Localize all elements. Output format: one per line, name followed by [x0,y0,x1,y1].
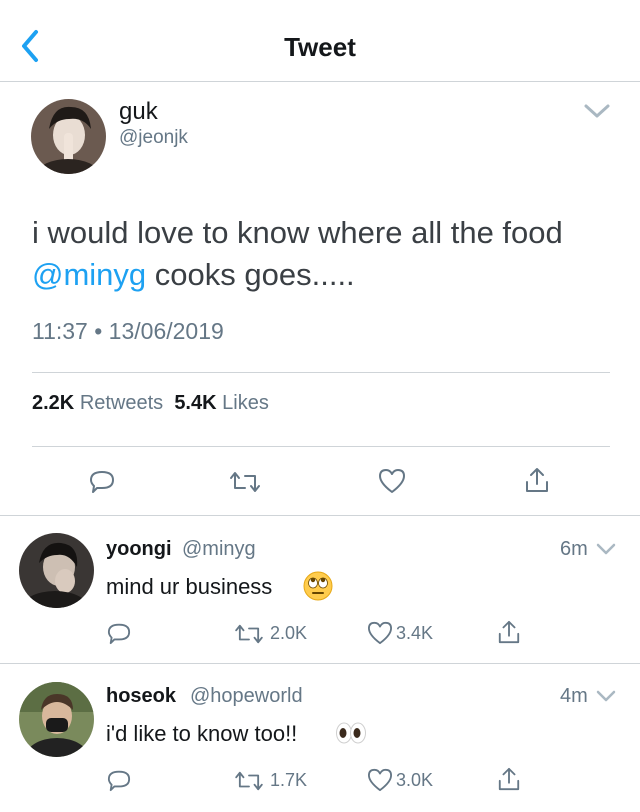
reply-author-handle[interactable]: @hopeworld [190,685,303,708]
rolling-eyes-emoji [303,571,333,601]
reply-author-name[interactable]: hoseok [106,685,176,708]
avatar[interactable] [19,682,94,757]
retweet-count: 2.0K [270,623,308,643]
tweet-timestamp: 11:37 • 13/06/2019 [32,318,224,344]
eyes-emoji [336,722,366,744]
retweet-icon[interactable] [234,770,264,792]
engagement-stats: 2.2K Retweets 5.4K Likes [32,392,269,415]
share-icon[interactable] [497,765,521,793]
retweets-stat[interactable]: 2.2K Retweets [32,392,163,414]
like-icon[interactable] [378,468,406,494]
reply-icon[interactable] [107,621,131,645]
top-nav-bar: Tweet [0,0,640,82]
avatar[interactable] [31,99,106,174]
share-icon[interactable] [497,618,521,646]
reply-time: 6m [560,538,588,560]
reply-author-handle[interactable]: @minyg [182,538,256,561]
like-icon[interactable] [367,768,393,792]
reply-icon[interactable] [107,768,131,792]
author-handle[interactable]: @jeonjk [119,127,188,149]
divider [32,372,610,373]
reply-text: mind ur business [106,574,273,599]
section-divider [0,515,640,516]
author-name[interactable]: guk [119,98,158,126]
likes-stat[interactable]: 5.4K Likes [174,392,269,414]
tweet-text: i would love to know where all the food … [32,215,563,292]
like-count: 3.0K [396,770,434,790]
retweet-icon[interactable] [234,623,264,645]
page-title: Tweet [284,32,356,62]
reply-author-name[interactable]: yoongi [106,538,172,561]
reply-icon[interactable] [89,468,115,494]
reply-text: i'd like to know too!! [106,721,298,746]
retweet-icon[interactable] [229,470,261,494]
chevron-down-icon[interactable] [596,542,616,556]
share-icon[interactable] [524,466,550,494]
reply-time: 4m [560,685,588,707]
chevron-down-icon[interactable] [596,689,616,703]
retweet-count: 1.7K [270,770,308,790]
like-icon[interactable] [367,621,393,645]
section-divider [0,663,640,664]
like-count: 3.4K [396,623,434,643]
chevron-down-icon[interactable] [583,102,611,120]
mention-link[interactable]: @minyg [32,257,146,292]
avatar[interactable] [19,533,94,608]
divider [32,446,610,447]
